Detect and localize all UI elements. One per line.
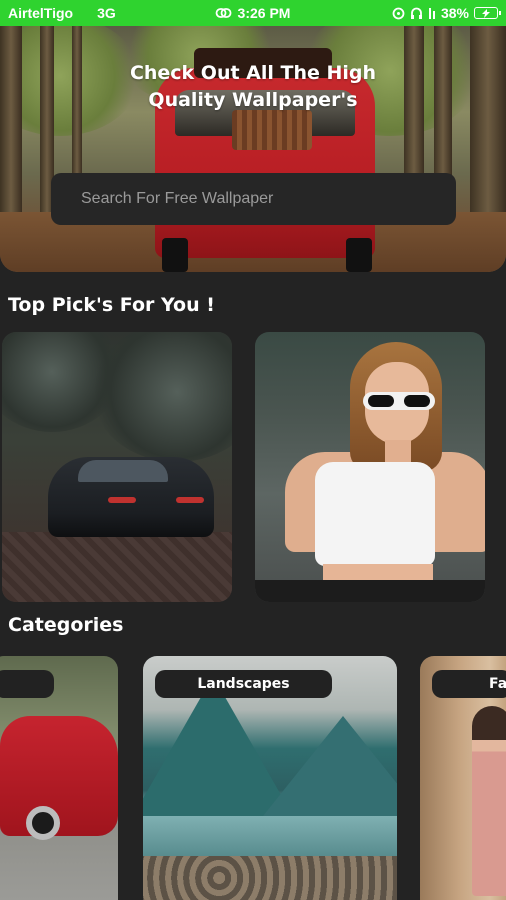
categories-title: Categories [8,614,124,636]
top-pick-portrait-card[interactable] [255,332,485,602]
signal-icon [428,7,435,19]
category-label-fashion: Fa [432,670,506,698]
hero-title: Check Out All The High Quality Wallpaper… [129,62,377,111]
category-label-0 [0,670,54,698]
category-label-landscapes: Landscapes [155,670,332,698]
battery-percent: 38% [440,5,469,21]
top-pick-car-card[interactable] [2,332,232,602]
link-icon [215,8,232,18]
alarm-icon [392,7,405,19]
status-bar: AirtelTigo 3G 3:26 PM 38% [0,0,506,26]
network-label: 3G [97,5,116,21]
hero-banner: Check Out All The High Quality Wallpaper… [0,26,506,272]
search-box[interactable] [51,173,456,225]
carrier-label: AirtelTigo [8,5,74,21]
battery-charging-icon [474,7,501,19]
top-picks-title: Top Pick's For You ! [8,294,215,316]
search-input[interactable] [81,190,456,208]
headphones-icon [410,7,422,19]
clock: 3:26 PM [237,5,291,21]
